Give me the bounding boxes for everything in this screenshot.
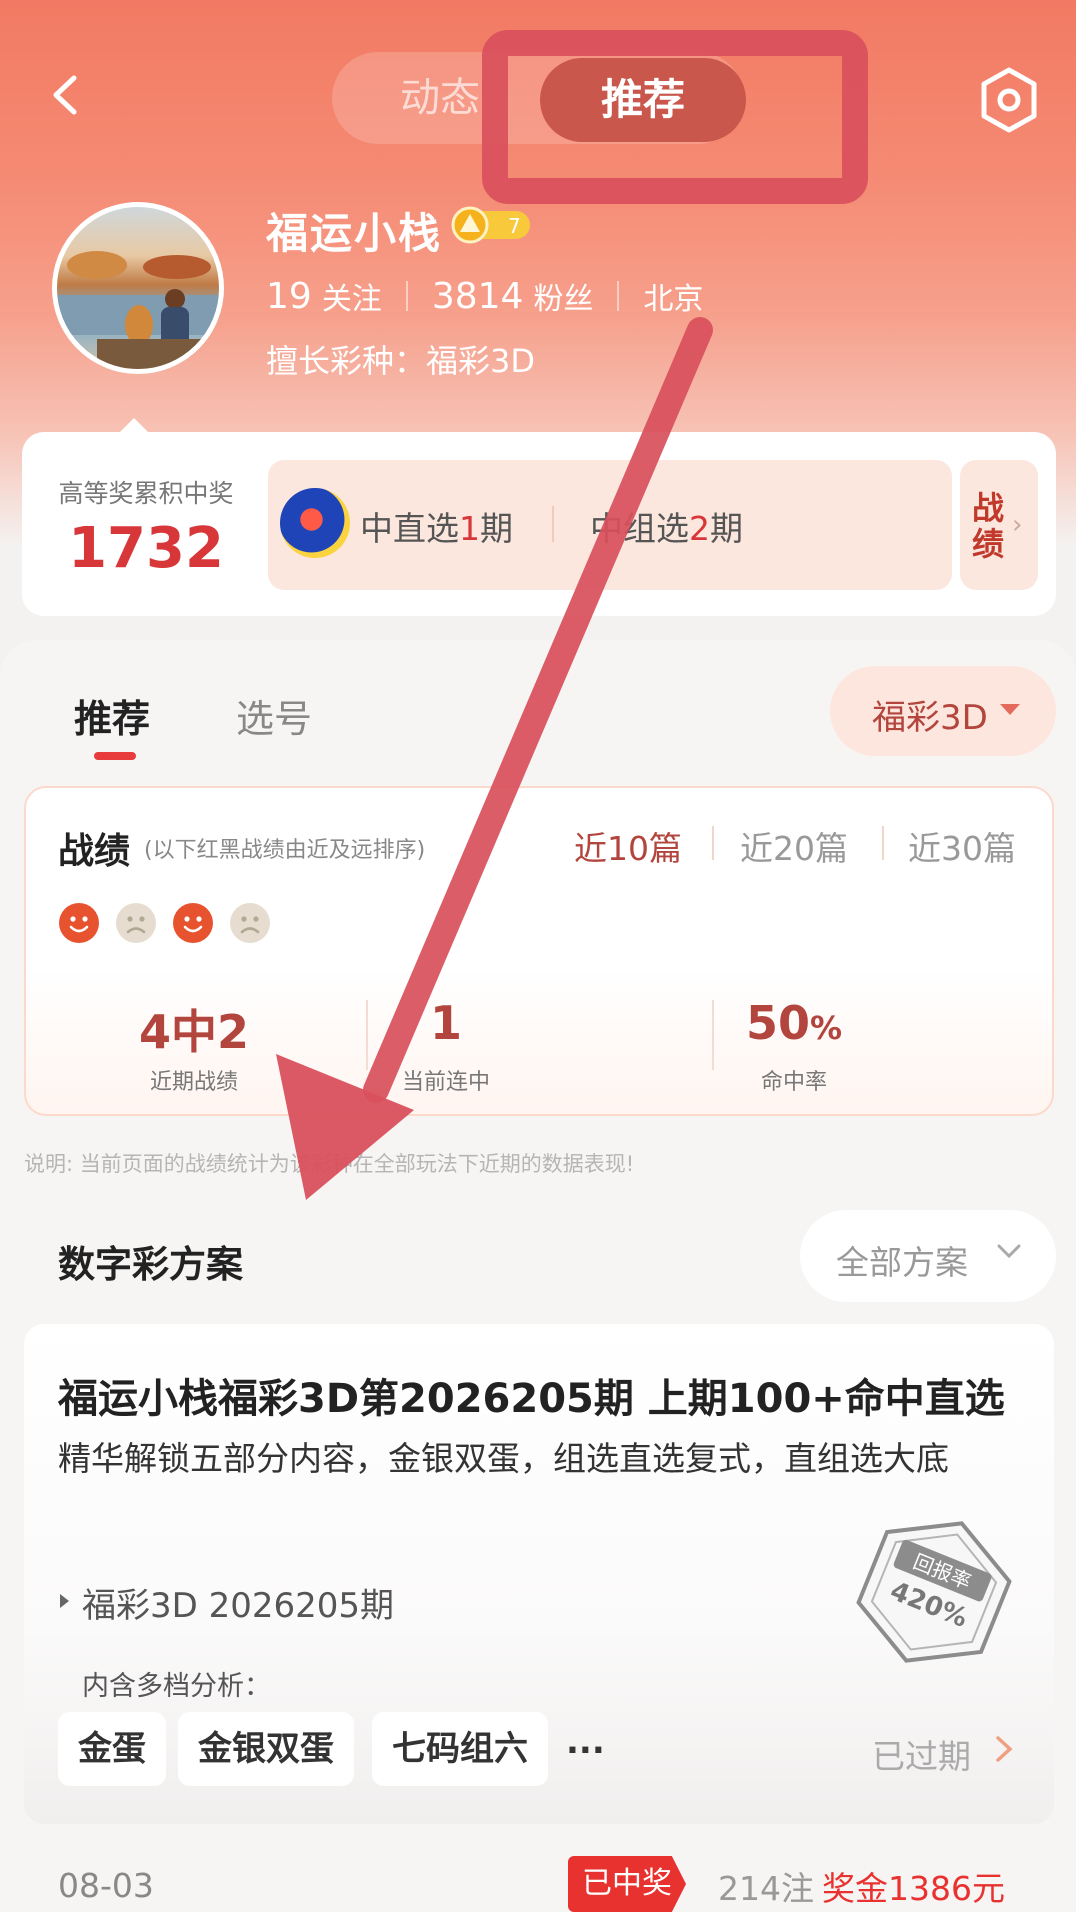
plan-description: 精华解锁五部分内容，金银双蛋，组选直选复式，直组选大底 xyxy=(58,1439,949,1478)
lottery-ball-icon xyxy=(280,488,350,558)
range-last-10[interactable]: 近10篇 xyxy=(574,822,682,870)
hit-rate-value: 50% xyxy=(745,996,843,1050)
loss-face-icon xyxy=(116,903,156,943)
record-button-label[interactable]: 战绩 xyxy=(972,490,1008,562)
plan-date: 08-03 xyxy=(58,1866,154,1905)
bullet-icon xyxy=(60,1594,69,1608)
followers-label[interactable]: 粉丝 xyxy=(533,274,593,318)
record-note: (以下红黑战绩由近及远排序) xyxy=(144,838,426,863)
chips-more: ... xyxy=(566,1722,605,1762)
chevron-right-icon xyxy=(996,1736,1013,1762)
direct-hits: 中直选1期 xyxy=(360,509,513,548)
following-label[interactable]: 关注 xyxy=(322,274,382,318)
won-badge: 已中奖 xyxy=(568,1856,686,1912)
caret-down-icon xyxy=(1000,704,1020,715)
divider xyxy=(552,506,554,542)
avatar[interactable] xyxy=(52,202,224,374)
divider xyxy=(712,826,714,860)
lottery-type-label[interactable]: 福彩3D xyxy=(872,690,988,739)
chip-gold-egg: 金蛋 xyxy=(58,1712,166,1786)
loss-face-icon xyxy=(230,903,270,943)
followers-count[interactable]: 3814 xyxy=(432,276,524,317)
divider xyxy=(882,826,884,860)
tab-pick-numbers[interactable]: 选号 xyxy=(236,688,312,743)
bet-count: 214注 xyxy=(718,1869,814,1908)
current-streak-label: 当前连中 xyxy=(401,1070,490,1095)
plans-title: 数字彩方案 xyxy=(58,1243,243,1286)
username: 福运小栈 xyxy=(266,209,443,258)
level-badge-icon: 7 xyxy=(451,206,530,244)
group-hits: 中组选2期 xyxy=(590,509,743,548)
annotation-highlight-box xyxy=(482,30,868,204)
location: 北京 xyxy=(643,282,704,317)
recent-record-label: 近期战绩 xyxy=(149,1070,238,1095)
avatar-image xyxy=(57,251,219,369)
profile-stats: 19 关注 3814 粉丝 北京 xyxy=(266,272,703,320)
analysis-label: 内含多档分析： xyxy=(82,1671,271,1702)
footnote: 说明: 当前页面的战绩统计为该彩种在全部玩法下近期的数据表现! xyxy=(24,1152,635,1176)
back-arrow-icon[interactable] xyxy=(44,72,90,118)
current-streak-value: 1 xyxy=(429,996,462,1050)
divider xyxy=(617,281,620,311)
plan-title[interactable]: 福运小栈福彩3D第2026205期 上期100+命中直选 xyxy=(58,1366,1005,1424)
divider xyxy=(405,281,408,311)
win-face-icon xyxy=(59,903,99,943)
chip-gold-silver-egg: 金银双蛋 xyxy=(178,1712,354,1786)
following-count[interactable]: 19 xyxy=(266,276,312,317)
chevron-right-icon: › xyxy=(1012,510,1023,540)
plan-issue: 福彩3D 2026205期 xyxy=(82,1586,395,1626)
tab-recommend-content[interactable]: 推荐 xyxy=(74,688,150,743)
record-title: 战绩 xyxy=(58,831,131,872)
specialty: 擅长彩种：福彩3D xyxy=(266,342,536,380)
prize-amount: 奖金1386元 xyxy=(822,1869,1005,1908)
hit-rate-label: 命中率 xyxy=(760,1070,827,1095)
prize-count: 1732 xyxy=(68,516,224,581)
recent-record-value: 4中2 xyxy=(138,1005,249,1059)
chevron-down-icon xyxy=(997,1244,1021,1259)
level-number: 7 xyxy=(508,214,521,238)
chip-seven-code: 七码组六 xyxy=(372,1712,548,1786)
plan-status[interactable]: 已过期 xyxy=(872,1730,971,1778)
settings-icon[interactable] xyxy=(978,66,1040,134)
return-rate-stamp-icon: 回报率 420% xyxy=(856,1521,1012,1663)
win-face-icon xyxy=(173,903,213,943)
range-last-30[interactable]: 近30篇 xyxy=(908,822,1016,870)
active-tab-indicator xyxy=(94,752,136,760)
plans-filter-label[interactable]: 全部方案 xyxy=(836,1236,968,1284)
range-last-20[interactable]: 近20篇 xyxy=(740,822,848,870)
prize-label: 高等奖累积中奖 xyxy=(58,479,234,508)
